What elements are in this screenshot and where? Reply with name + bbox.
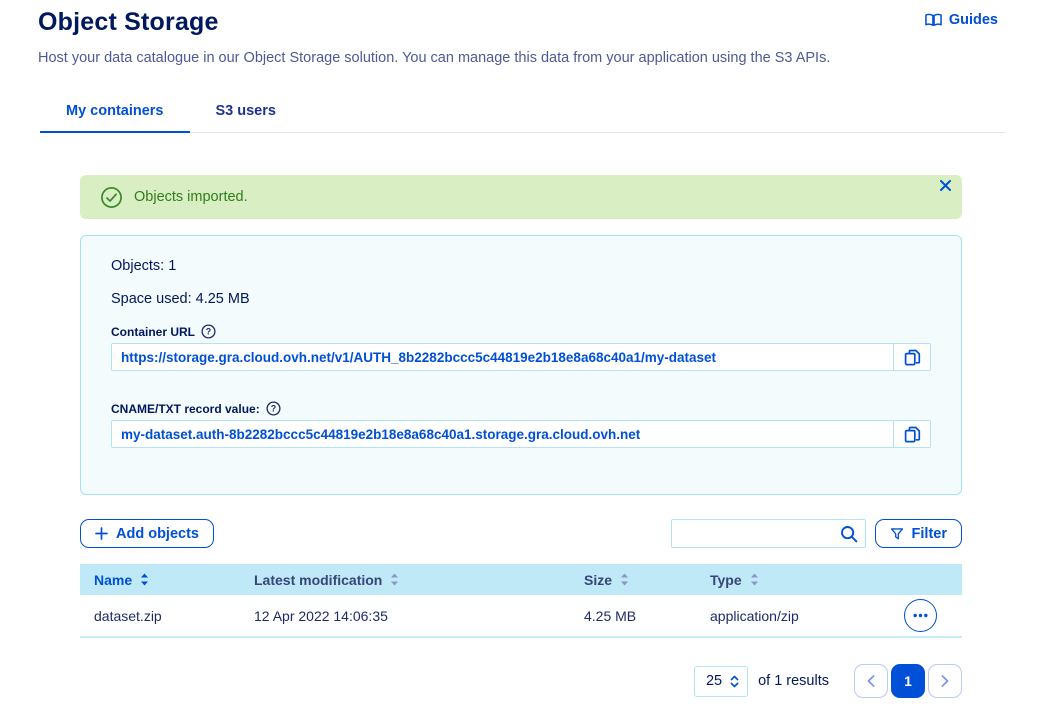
table-header: Name Latest modification Size Type [80, 564, 962, 595]
chevron-up-down-icon [729, 675, 740, 688]
help-icon[interactable]: ? [266, 401, 281, 416]
filter-button[interactable]: Filter [875, 519, 962, 548]
table-row: dataset.zip 12 Apr 2022 14:06:35 4.25 MB… [80, 595, 962, 638]
cname-value[interactable]: my-dataset.auth-8b2282bccc5c44819e2b18e8… [112, 421, 893, 447]
pagination: 25 of 1 results 1 [80, 664, 962, 698]
objects-toolbar: Add objects Filter [80, 519, 962, 548]
close-icon[interactable] [940, 180, 951, 191]
container-url-label-row: Container URL ? [111, 324, 931, 339]
next-page-button[interactable] [928, 664, 962, 698]
cell-latest-modification: 12 Apr 2022 14:06:35 [240, 608, 570, 624]
cell-name: dataset.zip [80, 608, 240, 624]
main-content: Objects imported. Objects: 1 Space used:… [80, 175, 962, 698]
add-objects-button[interactable]: Add objects [80, 519, 214, 548]
chevron-right-icon [941, 675, 949, 687]
search-box [671, 519, 866, 548]
objects-count: Objects: 1 [111, 258, 931, 274]
objects-table: Name Latest modification Size Type [80, 564, 962, 638]
cell-type: application/zip [696, 608, 904, 624]
check-circle-icon [100, 186, 123, 209]
space-used: Space used: 4.25 MB [111, 291, 931, 307]
search-icon[interactable] [840, 525, 858, 543]
page-size-select[interactable]: 25 [694, 666, 748, 697]
page-size-value: 25 [706, 673, 722, 689]
cell-size: 4.25 MB [570, 608, 696, 624]
help-icon[interactable]: ? [201, 324, 216, 339]
page-header: Object Storage Guides [0, 0, 1043, 37]
column-header-size[interactable]: Size [570, 572, 696, 588]
plus-icon [95, 527, 108, 540]
guides-link[interactable]: Guides [925, 12, 998, 28]
page-1-button[interactable]: 1 [891, 664, 925, 698]
container-url-field: https://storage.gra.cloud.ovh.net/v1/AUT… [111, 343, 931, 371]
sort-icon [750, 573, 759, 586]
success-banner: Objects imported. [80, 175, 962, 219]
column-header-type[interactable]: Type [696, 572, 904, 588]
filter-label: Filter [912, 526, 947, 542]
copy-button[interactable] [893, 344, 930, 370]
column-header-latest-modification[interactable]: Latest modification [240, 572, 570, 588]
guides-label: Guides [949, 12, 998, 28]
ellipsis-icon [913, 613, 928, 618]
container-summary-panel: Objects: 1 Space used: 4.25 MB Container… [80, 235, 962, 495]
copy-button[interactable] [893, 421, 930, 447]
search-input[interactable] [671, 519, 866, 548]
book-icon [925, 13, 942, 27]
page-subtitle: Host your data catalogue in our Object S… [38, 50, 998, 66]
tab-bar: My containers S3 users [40, 92, 1005, 133]
cname-label-row: CNAME/TXT record value: ? [111, 401, 931, 416]
results-count-label: of 1 results [758, 673, 829, 689]
cell-actions [904, 599, 962, 632]
cname-label: CNAME/TXT record value: [111, 402, 260, 416]
tab-my-containers[interactable]: My containers [40, 92, 190, 132]
sort-icon [390, 573, 399, 586]
svg-text:?: ? [270, 404, 275, 414]
chevron-left-icon [867, 675, 875, 687]
banner-message: Objects imported. [134, 189, 248, 205]
funnel-icon [890, 527, 904, 541]
sort-icon [620, 573, 629, 586]
container-url-label: Container URL [111, 325, 195, 339]
sort-icon [140, 573, 149, 586]
row-menu-button[interactable] [904, 599, 937, 632]
add-objects-label: Add objects [116, 526, 199, 542]
page-title: Object Storage [38, 8, 219, 37]
tab-s3-users[interactable]: S3 users [190, 92, 302, 132]
previous-page-button[interactable] [854, 664, 888, 698]
container-url-value[interactable]: https://storage.gra.cloud.ovh.net/v1/AUT… [112, 344, 893, 370]
svg-text:?: ? [206, 327, 211, 337]
cname-field: my-dataset.auth-8b2282bccc5c44819e2b18e8… [111, 420, 931, 448]
column-header-name[interactable]: Name [80, 572, 240, 588]
